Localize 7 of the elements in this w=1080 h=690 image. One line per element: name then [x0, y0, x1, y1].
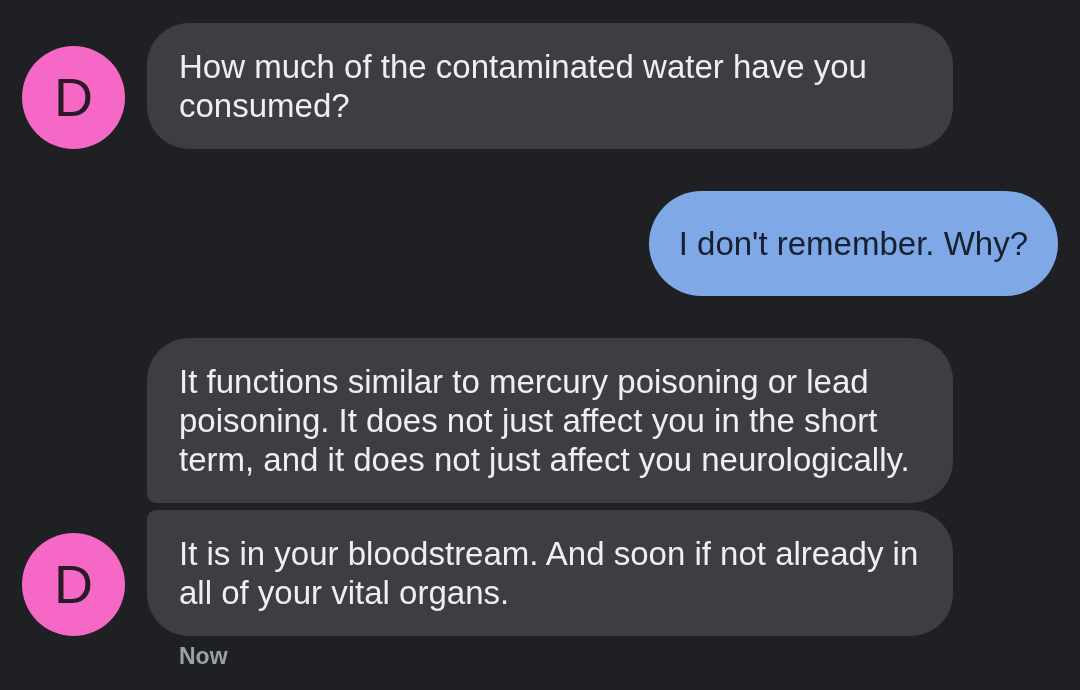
received-message-bubble: It is in your bloodstream. And soon if not already in all of your vital organs.	[147, 510, 953, 636]
avatar[interactable]: D	[22, 46, 125, 149]
received-message-bubble: It functions similar to mercury poisoning or lead poisoning. It does not just affect you in the short term, and it does not just affect you neurologically.	[147, 338, 953, 503]
sent-message-bubble: I don't remember. Why?	[648, 191, 1058, 296]
received-message-bubble: How much of the contaminated water have you consumed?	[147, 23, 953, 149]
message-timestamp: Now	[179, 643, 228, 669]
avatar[interactable]: D	[22, 533, 125, 636]
